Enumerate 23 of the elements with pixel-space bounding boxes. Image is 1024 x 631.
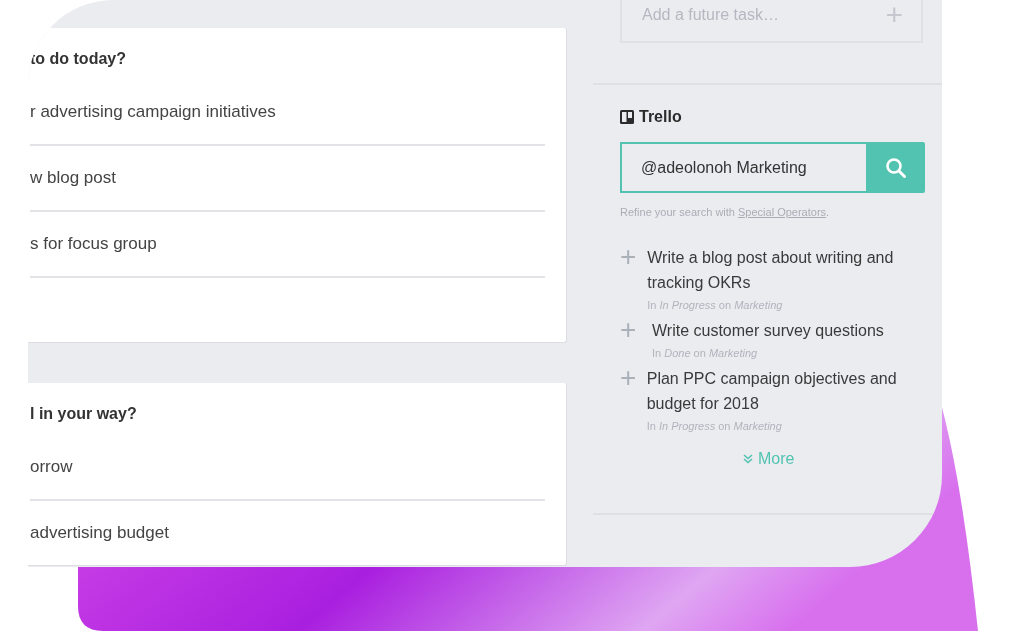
more-button[interactable]: More (743, 450, 795, 468)
board-icon (620, 110, 634, 124)
card-location: In Done on Marketing (652, 347, 759, 359)
card-title[interactable]: Write customer survey questions (652, 318, 884, 343)
search-button[interactable] (866, 142, 925, 193)
section-title: Trello (639, 108, 682, 126)
card-title[interactable]: Plan PPC campaign objectives and budget for 2018 (646, 366, 925, 416)
double-chevron-icon (743, 454, 753, 464)
search-icon (884, 156, 907, 179)
task-text: s for focus group (30, 234, 157, 254)
search-field[interactable]: @adeolonoh Marketing (620, 142, 866, 193)
task-text: w blog post (30, 168, 116, 188)
card-location: In In Progress on Marketing (647, 299, 784, 311)
hint-text: Refine your search with Special Operators. (620, 206, 831, 218)
add-icon[interactable]: + (620, 318, 642, 359)
card-title[interactable]: Write a blog post about writing and tracking OKRs (647, 245, 925, 295)
card-heading: l in your way? (30, 404, 138, 424)
add-icon[interactable]: + (885, 0, 903, 30)
add-icon[interactable]: + (620, 245, 638, 311)
task-text: advertising budget (30, 523, 169, 543)
task-text: orrow (30, 457, 73, 477)
task-text: r advertising campaign initiatives (30, 102, 276, 122)
add-icon[interactable]: + (620, 366, 637, 432)
